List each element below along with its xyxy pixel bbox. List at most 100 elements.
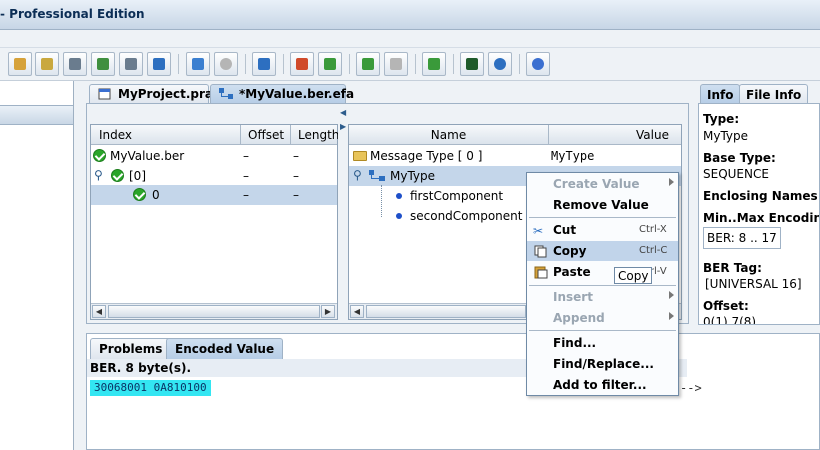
grid-cell-offset: – (243, 149, 249, 163)
grid-cell-length: – (293, 149, 299, 163)
type-value: MyType (703, 129, 749, 143)
valid-check-icon (93, 149, 106, 162)
tree-cell-name: firstComponent (410, 189, 504, 203)
menu-item-insert[interactable]: Insert (527, 287, 678, 307)
grid-cell-offset: – (243, 188, 249, 202)
grid-row[interactable]: ⚲ [0] – – (91, 166, 337, 186)
panel-splitter[interactable]: ◀ ▶ (338, 104, 348, 321)
base-type-label: Base Type: (703, 151, 776, 165)
info-panel: Info File Info Type: MyType Base Type: S… (694, 81, 820, 325)
tab-encoded-value[interactable]: Encoded Value (166, 338, 284, 359)
copy-tooltip: Copy (614, 267, 653, 284)
copy-icon (534, 245, 548, 261)
tree-collapse-icon[interactable]: ⚲ (94, 168, 103, 182)
column-header-offset[interactable]: Offset (241, 125, 291, 145)
title-bar: - Professional Edition (0, 0, 820, 30)
tools-icon[interactable] (91, 52, 115, 76)
document-icon[interactable] (384, 52, 408, 76)
shortcut-copy: Ctrl-C (639, 245, 668, 256)
tab-myproject[interactable]: MyProject.pra (89, 84, 213, 104)
valid-check-icon (133, 188, 146, 201)
type-tree-icon (369, 170, 387, 185)
expand-right-icon[interactable]: ▶ (340, 122, 346, 131)
paste-icon[interactable] (8, 52, 32, 76)
tree-collapse-icon[interactable]: ⚲ (353, 168, 362, 182)
toolbar-separator (283, 54, 284, 74)
shortcut-cut: Ctrl-X (639, 224, 667, 235)
grid-cell-index: [0] (129, 169, 146, 183)
shapes-alt-icon[interactable] (318, 52, 342, 76)
document-icon (98, 88, 112, 100)
scroll-left-icon[interactable]: ◀ (350, 305, 364, 318)
component-icon (396, 193, 402, 199)
install-icon[interactable] (422, 52, 446, 76)
menu-item-append[interactable]: Append (527, 308, 678, 328)
tree-guide-line (381, 185, 382, 217)
shapes-icon[interactable] (290, 52, 314, 76)
project-panel (0, 81, 74, 450)
column-header-value[interactable]: Value (549, 125, 681, 145)
search-icon[interactable] (488, 52, 512, 76)
menu-bar (0, 30, 820, 48)
tab-myvalue[interactable]: *MyValue.ber.efa (210, 84, 354, 104)
tab-label: MyProject.pra (118, 87, 213, 101)
toolbar-separator (245, 54, 246, 74)
type-label: Type: (703, 112, 740, 126)
menu-item-find[interactable]: Find... (527, 333, 678, 353)
context-menu: Create Value Remove Value ✂ Cut Ctrl-X C… (526, 172, 679, 396)
minmax-encoding-value: BER: 8 .. 17 (703, 227, 781, 249)
valid-check-icon (111, 169, 124, 182)
windows-icon[interactable] (147, 52, 171, 76)
menu-item-cut[interactable]: ✂ Cut Ctrl-X (527, 220, 678, 240)
type-tree-icon[interactable] (252, 52, 276, 76)
toolbar-separator (178, 54, 179, 74)
menu-item-create-value[interactable]: Create Value (527, 174, 678, 194)
menu-item-remove-value[interactable]: Remove Value (527, 195, 678, 215)
menu-item-find-replace[interactable]: Find/Replace... (527, 354, 678, 374)
horizontal-scrollbar[interactable]: ◀ ▶ (91, 303, 337, 319)
scroll-thumb[interactable] (366, 305, 526, 318)
byte-count-label: BER. 8 byte(s). (90, 361, 192, 375)
gear-icon[interactable] (214, 52, 238, 76)
column-header-length[interactable]: Length (291, 125, 339, 145)
menu-item-copy[interactable]: Copy Ctrl-C (527, 241, 678, 261)
tab-problems[interactable]: Problems (90, 338, 172, 359)
grid-cell-index: MyValue.ber (110, 149, 185, 163)
tree-cell-name: secondComponent (410, 209, 523, 223)
tab-file-info[interactable]: File Info (739, 84, 809, 104)
toolbar-separator (519, 54, 520, 74)
index-grid: Index Offset Length MyValue.ber – – ⚲ [0… (90, 124, 339, 320)
folder-icon (353, 151, 367, 161)
menu-item-add-to-filter[interactable]: Add to filter... (527, 375, 678, 395)
import-icon[interactable] (35, 52, 59, 76)
window-title: - Professional Edition (0, 7, 145, 21)
scroll-thumb[interactable] (108, 305, 320, 318)
tree-row[interactable]: Message Type [ 0 ] MyType (349, 146, 681, 166)
help-icon[interactable] (526, 52, 550, 76)
menu-item-paste[interactable]: Paste Ctrl-V (527, 262, 678, 282)
export-icon[interactable] (356, 52, 380, 76)
tree-cell-name: Message Type [ 0 ] (370, 149, 483, 163)
view-icon[interactable] (63, 52, 87, 76)
collapse-left-icon[interactable]: ◀ (340, 108, 346, 117)
hex-bytes[interactable]: 30068001 0A810100 (90, 380, 211, 396)
tab-label: *MyValue.ber.efa (239, 87, 355, 101)
info-body: Type: MyType Base Type: SEQUENCE Enclosi… (698, 103, 820, 325)
grid-row-selected[interactable]: 0 – – (91, 185, 337, 205)
scroll-left-icon[interactable]: ◀ (92, 305, 106, 318)
monitor-icon[interactable] (460, 52, 484, 76)
offset-label: Offset: (703, 299, 749, 313)
offset-value: 0(1) 7(8) (703, 315, 757, 325)
column-header-index[interactable]: Index (91, 125, 241, 145)
column-header-name[interactable]: Name (349, 125, 549, 145)
toolbar (0, 48, 820, 81)
grid-row[interactable]: MyValue.ber – – (91, 146, 337, 166)
settings-icon[interactable] (119, 52, 143, 76)
grid-cell-length: – (293, 169, 299, 183)
tab-info[interactable]: Info (700, 84, 741, 104)
frame-icon[interactable] (186, 52, 210, 76)
scissors-icon: ✂ (533, 224, 544, 238)
scroll-right-icon[interactable]: ▶ (321, 305, 335, 318)
hex-arrow: --> (680, 381, 702, 395)
menu-separator (529, 285, 676, 286)
